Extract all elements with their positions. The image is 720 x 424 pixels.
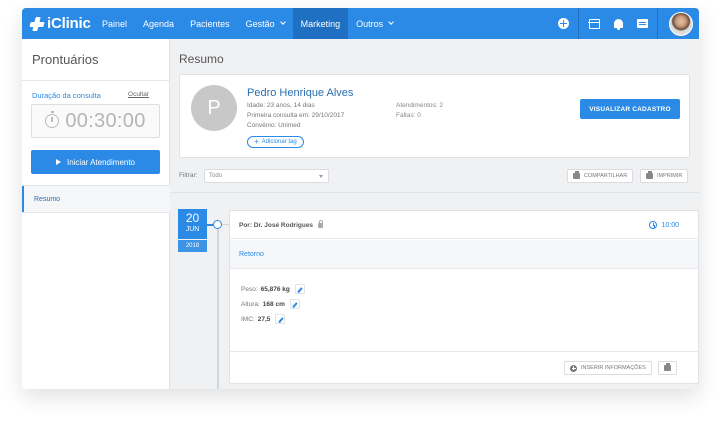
measurement-bmi: IMC: 27,5 xyxy=(241,314,286,324)
page-title: Resumo xyxy=(179,52,224,66)
start-consultation-button[interactable]: Iniciar Atendimento xyxy=(31,150,160,174)
divider xyxy=(170,192,699,193)
print-entry-button[interactable] xyxy=(658,361,677,375)
stopwatch-icon xyxy=(45,111,60,128)
gift-icon xyxy=(587,18,600,29)
filter-bar: Filtrar: Todo COMPARTILHAR IMPRIMIR xyxy=(179,169,690,183)
chat-icon xyxy=(636,19,648,28)
nav-item-gestao[interactable]: Gestão xyxy=(238,8,293,39)
entry-author: Por: Dr. José Rodrigues xyxy=(239,220,324,229)
patient-age: Idade: 23 anos, 14 dias xyxy=(247,102,315,109)
start-button-label: Iniciar Atendimento xyxy=(66,157,136,167)
plus-circle-icon xyxy=(570,364,577,372)
patient-insurance: Convênio: Unimed xyxy=(247,122,301,129)
timer-value: 00:30:00 xyxy=(65,109,146,132)
sidebar-item-resumo[interactable]: Resumo xyxy=(22,186,170,212)
gift-button[interactable] xyxy=(582,8,606,39)
chevron-down-icon xyxy=(388,19,394,25)
nav-item-agenda[interactable]: Agenda xyxy=(135,8,182,39)
divider xyxy=(22,212,170,213)
top-navbar: iClinic Painel Agenda Pacientes Gestão M… xyxy=(22,8,699,39)
entry-time: 10:00 xyxy=(649,221,679,229)
logo-cross-icon xyxy=(30,17,44,31)
nav-item-marketing[interactable]: Marketing xyxy=(292,8,349,39)
timeline-entry: Por: Dr. José Rodrigues 10:00 Retorno Pe… xyxy=(229,210,699,384)
divider xyxy=(578,8,579,39)
sidebar: Prontuários Duração da consulta Ocultar … xyxy=(22,39,170,389)
timeline-date: 20 JUN 2018 xyxy=(178,209,207,252)
add-tag-button[interactable]: + Adicionar tag xyxy=(247,136,304,148)
sidebar-title: Prontuários xyxy=(32,52,99,67)
filter-label: Filtrar: xyxy=(179,172,198,179)
messages-button[interactable] xyxy=(630,8,654,39)
clock-icon xyxy=(649,221,658,229)
nav-item-pacientes[interactable]: Pacientes xyxy=(182,8,238,39)
appointments-count: Atendimentos: 2 xyxy=(396,102,443,109)
consultation-timer: 00:30:00 xyxy=(31,104,160,138)
nav-item-outros[interactable]: Outros xyxy=(348,8,401,39)
entry-header: Por: Dr. José Rodrigues 10:00 xyxy=(230,211,698,239)
share-icon xyxy=(573,171,580,179)
printer-icon xyxy=(646,171,653,179)
app-window: iClinic Painel Agenda Pacientes Gestão M… xyxy=(22,8,699,389)
main-nav: Painel Agenda Pacientes Gestão Marketing… xyxy=(94,8,401,39)
timeline-dot xyxy=(213,220,222,229)
duration-label: Duração da consulta xyxy=(32,91,101,100)
patient-card: P Pedro Henrique Alves Idade: 23 anos, 1… xyxy=(179,74,690,158)
timeline-line xyxy=(217,224,219,389)
view-profile-button[interactable]: VISUALIZAR CADASTRO xyxy=(580,99,680,119)
insert-info-button[interactable]: INSERIR INFORMAÇÕES xyxy=(564,361,652,375)
user-avatar[interactable] xyxy=(669,11,693,36)
plus-circle-icon xyxy=(557,18,569,29)
chevron-down-icon xyxy=(279,19,286,25)
play-icon xyxy=(55,159,61,165)
date-month: JUN xyxy=(185,226,200,233)
date-year: 2018 xyxy=(178,240,207,252)
divider xyxy=(22,80,170,81)
divider xyxy=(230,351,698,352)
patient-first-visit: Primeira consulta em: 29/10/2017 xyxy=(247,112,345,119)
date-badge: 20 JUN xyxy=(178,209,207,239)
filter-select[interactable]: Todo xyxy=(204,169,329,183)
add-button[interactable] xyxy=(551,8,575,39)
patient-avatar: P xyxy=(191,85,237,131)
logo-text: iClinic xyxy=(47,15,91,32)
measurement-height: Altura: 168 cm xyxy=(241,299,300,309)
plus-icon: + xyxy=(254,137,259,146)
divider xyxy=(657,8,658,39)
lock-icon xyxy=(318,220,324,228)
logo[interactable]: iClinic xyxy=(30,15,91,32)
notifications-button[interactable] xyxy=(606,8,630,39)
caret-down-icon xyxy=(319,175,323,178)
patient-name[interactable]: Pedro Henrique Alves xyxy=(247,87,353,99)
print-button[interactable]: IMPRIMIR xyxy=(640,169,689,183)
date-day: 20 xyxy=(185,211,200,225)
timeline-connector xyxy=(222,224,229,225)
pencil-icon[interactable] xyxy=(294,284,305,294)
absences-count: Faltas: 0 xyxy=(396,112,421,119)
measurement-weight: Peso: 65,876 kg xyxy=(241,284,305,294)
printer-icon xyxy=(664,363,671,371)
entry-section-title: Retorno xyxy=(230,240,698,269)
bell-icon xyxy=(613,19,623,30)
share-button[interactable]: COMPARTILHAR xyxy=(567,169,634,183)
pencil-icon[interactable] xyxy=(289,299,300,309)
hide-timer-link[interactable]: Ocultar xyxy=(128,91,149,98)
nav-item-painel[interactable]: Painel xyxy=(94,8,135,39)
topbar-actions xyxy=(551,8,699,39)
pencil-icon[interactable] xyxy=(275,314,286,324)
